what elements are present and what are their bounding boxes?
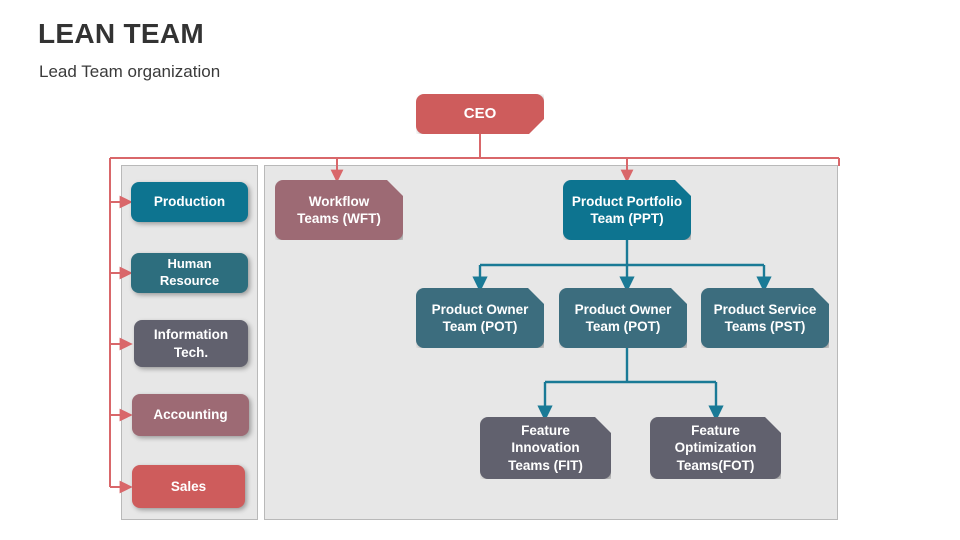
node-human-resource[interactable]: Human Resource (131, 253, 248, 293)
node-hr-label: Human Resource (159, 256, 220, 288)
node-fit-line3: Teams (FIT) (508, 457, 583, 473)
node-ceo-label: CEO (463, 105, 497, 123)
node-production[interactable]: Production (131, 182, 248, 222)
node-fot-line3: Teams(FOT) (676, 457, 755, 473)
node-fit-line1: Feature (521, 423, 570, 439)
node-workflow-teams[interactable]: Workflow Teams (WFT) (275, 180, 403, 240)
node-feature-optimization-teams[interactable]: Feature Optimization Teams(FOT) (650, 417, 781, 479)
page-subtitle: Lead Team organization (39, 62, 221, 81)
node-product-owner-team-2[interactable]: Product Owner Team (POT) (559, 288, 687, 348)
node-pot1-line1: Product Owner (431, 301, 529, 317)
node-it-line1: Information (153, 327, 229, 343)
node-fot-line1: Feature (691, 423, 740, 439)
node-accounting-label: Accounting (153, 407, 228, 423)
node-fot-line2: Optimization (674, 440, 757, 456)
node-sales-label: Sales (170, 478, 207, 494)
node-pot2-line2: Team (POT) (585, 319, 661, 334)
node-accounting[interactable]: Accounting (132, 394, 249, 436)
node-wft-line2: Teams (WFT) (297, 211, 381, 226)
node-wft-line1: Workflow (308, 193, 370, 209)
node-ceo[interactable]: CEO (416, 94, 544, 134)
node-product-portfolio-team[interactable]: Product Portfolio Team (PPT) (563, 180, 691, 240)
node-feature-innovation-teams[interactable]: Feature Innovation Teams (FIT) (480, 417, 611, 479)
node-information-tech[interactable]: Information Tech. (134, 320, 248, 367)
node-pst-line2: Teams (PST) (724, 319, 806, 334)
node-production-label: Production (153, 194, 226, 210)
node-pst-line1: Product Service (713, 301, 817, 317)
page-title: LEAN TEAM (38, 18, 205, 49)
node-ppt-line2: Team (PPT) (590, 211, 664, 226)
node-product-service-teams[interactable]: Product Service Teams (PST) (701, 288, 829, 348)
org-chart-canvas: LEAN TEAM Lead Team organization CEO Wor… (0, 0, 960, 540)
node-it-line2: Tech. (173, 344, 209, 360)
node-ppt-line1: Product Portfolio (571, 193, 683, 209)
node-sales[interactable]: Sales (132, 465, 245, 508)
node-product-owner-team-1[interactable]: Product Owner Team (POT) (416, 288, 544, 348)
node-pot2-line1: Product Owner (574, 301, 672, 317)
node-fit-line2: Innovation (511, 440, 580, 456)
node-pot1-line2: Team (POT) (442, 319, 518, 334)
